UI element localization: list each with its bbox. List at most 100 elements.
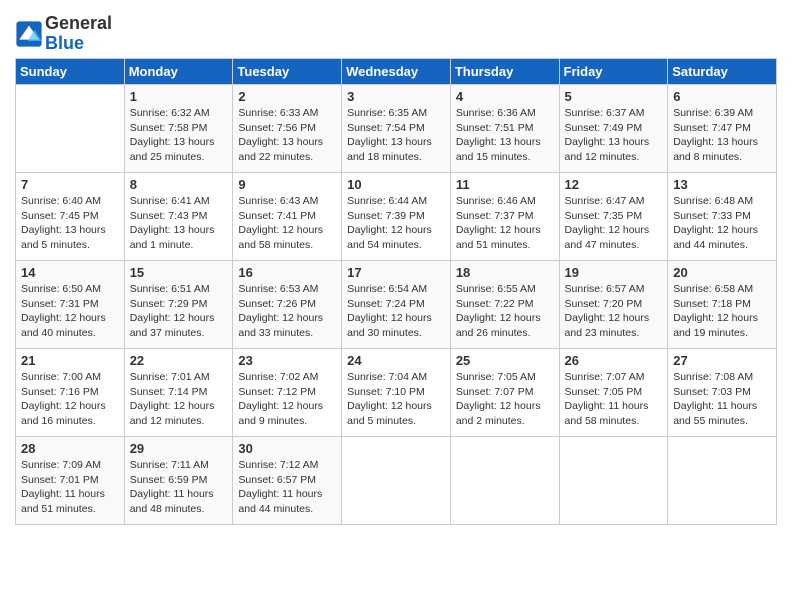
day-cell: 8Sunrise: 6:41 AM Sunset: 7:43 PM Daylig… [124,173,233,261]
day-number: 29 [130,441,228,456]
main-container: GeneralBlue SundayMondayTuesdayWednesday… [0,0,792,535]
day-number: 7 [21,177,119,192]
weekday-header-row: SundayMondayTuesdayWednesdayThursdayFrid… [16,59,777,85]
day-number: 11 [456,177,554,192]
header: GeneralBlue [15,10,777,54]
day-cell: 23 Sunrise: 7:02 AM Sunset: 7:12 PM Dayli… [233,349,342,437]
day-info: Sunrise: 6:48 AM Sunset: 7:33 PM Dayligh… [673,194,771,253]
day-info: Sunrise: 6:57 AM Sunset: 7:20 PM Dayligh… [565,282,663,341]
day-info: Sunrise: 6:47 AM Sunset: 7:35 PM Dayligh… [565,194,663,253]
weekday-header-friday: Friday [559,59,668,85]
day-info: Sunrise: 7:08 AM Sunset: 7:03 PM Dayligh… [673,370,771,429]
week-row-4: 21 Sunrise: 7:00 AM Sunset: 7:16 PM Dayli… [16,349,777,437]
day-info: Sunrise: 6:39 AM Sunset: 7:47 PM Dayligh… [673,106,771,165]
day-number: 21 [21,353,119,368]
day-cell: 20 Sunrise: 6:58 AM Sunset: 7:18 PM Dayli… [668,261,777,349]
week-row-3: 14 Sunrise: 6:50 AM Sunset: 7:31 PM Dayli… [16,261,777,349]
day-info: Sunrise: 6:54 AM Sunset: 7:24 PM Dayligh… [347,282,445,341]
day-cell: 6 Sunrise: 6:39 AM Sunset: 7:47 PM Daylig… [668,85,777,173]
day-info: Sunrise: 7:12 AM Sunset: 6:57 PM Dayligh… [238,458,336,517]
day-cell: 11Sunrise: 6:46 AM Sunset: 7:37 PM Dayli… [450,173,559,261]
day-number: 5 [565,89,663,104]
day-number: 3 [347,89,445,104]
day-info: Sunrise: 6:55 AM Sunset: 7:22 PM Dayligh… [456,282,554,341]
day-info: Sunrise: 7:00 AM Sunset: 7:16 PM Dayligh… [21,370,119,429]
day-info: Sunrise: 7:07 AM Sunset: 7:05 PM Dayligh… [565,370,663,429]
day-info: Sunrise: 6:53 AM Sunset: 7:26 PM Dayligh… [238,282,336,341]
day-info: Sunrise: 7:11 AM Sunset: 6:59 PM Dayligh… [130,458,228,517]
day-number: 26 [565,353,663,368]
day-number: 10 [347,177,445,192]
day-cell [668,437,777,525]
weekday-header-saturday: Saturday [668,59,777,85]
day-number: 16 [238,265,336,280]
day-number: 24 [347,353,445,368]
day-cell [450,437,559,525]
day-info: Sunrise: 6:58 AM Sunset: 7:18 PM Dayligh… [673,282,771,341]
day-info: Sunrise: 6:40 AM Sunset: 7:45 PM Dayligh… [21,194,119,253]
day-cell: 15Sunrise: 6:51 AM Sunset: 7:29 PM Dayli… [124,261,233,349]
weekday-header-wednesday: Wednesday [342,59,451,85]
day-info: Sunrise: 7:02 AM Sunset: 7:12 PM Dayligh… [238,370,336,429]
day-info: Sunrise: 6:36 AM Sunset: 7:51 PM Dayligh… [456,106,554,165]
day-info: Sunrise: 6:43 AM Sunset: 7:41 PM Dayligh… [238,194,336,253]
day-info: Sunrise: 6:51 AM Sunset: 7:29 PM Dayligh… [130,282,228,341]
day-cell: 1 Sunrise: 6:32 AM Sunset: 7:58 PM Daylig… [124,85,233,173]
day-cell: 13 Sunrise: 6:48 AM Sunset: 7:33 PM Dayli… [668,173,777,261]
weekday-header-sunday: Sunday [16,59,125,85]
day-number: 27 [673,353,771,368]
day-number: 30 [238,441,336,456]
day-info: Sunrise: 6:33 AM Sunset: 7:56 PM Dayligh… [238,106,336,165]
day-info: Sunrise: 6:50 AM Sunset: 7:31 PM Dayligh… [21,282,119,341]
day-cell: 30 Sunrise: 7:12 AM Sunset: 6:57 PM Dayli… [233,437,342,525]
day-cell: 27 Sunrise: 7:08 AM Sunset: 7:03 PM Dayli… [668,349,777,437]
day-cell: 26 Sunrise: 7:07 AM Sunset: 7:05 PM Dayli… [559,349,668,437]
day-cell: 21 Sunrise: 7:00 AM Sunset: 7:16 PM Dayli… [16,349,125,437]
day-cell: 22Sunrise: 7:01 AM Sunset: 7:14 PM Dayli… [124,349,233,437]
day-cell [16,85,125,173]
day-number: 20 [673,265,771,280]
week-row-2: 7 Sunrise: 6:40 AM Sunset: 7:45 PM Daylig… [16,173,777,261]
day-cell: 25 Sunrise: 7:05 AM Sunset: 7:07 PM Dayli… [450,349,559,437]
day-cell: 10 Sunrise: 6:44 AM Sunset: 7:39 PM Dayli… [342,173,451,261]
day-info: Sunrise: 6:44 AM Sunset: 7:39 PM Dayligh… [347,194,445,253]
day-cell: 12 Sunrise: 6:47 AM Sunset: 7:35 PM Dayli… [559,173,668,261]
day-cell: 9Sunrise: 6:43 AM Sunset: 7:41 PM Daylig… [233,173,342,261]
weekday-header-thursday: Thursday [450,59,559,85]
logo-text: GeneralBlue [45,14,112,54]
day-number: 12 [565,177,663,192]
day-info: Sunrise: 7:05 AM Sunset: 7:07 PM Dayligh… [456,370,554,429]
week-row-1: 1 Sunrise: 6:32 AM Sunset: 7:58 PM Daylig… [16,85,777,173]
day-number: 17 [347,265,445,280]
calendar-table: SundayMondayTuesdayWednesdayThursdayFrid… [15,58,777,525]
day-cell: 4 Sunrise: 6:36 AM Sunset: 7:51 PM Daylig… [450,85,559,173]
day-cell: 17 Sunrise: 6:54 AM Sunset: 7:24 PM Dayli… [342,261,451,349]
day-number: 13 [673,177,771,192]
day-number: 4 [456,89,554,104]
day-cell: 7 Sunrise: 6:40 AM Sunset: 7:45 PM Daylig… [16,173,125,261]
day-info: Sunrise: 6:37 AM Sunset: 7:49 PM Dayligh… [565,106,663,165]
day-number: 22 [130,353,228,368]
day-number: 18 [456,265,554,280]
logo-icon [15,20,43,48]
day-info: Sunrise: 7:04 AM Sunset: 7:10 PM Dayligh… [347,370,445,429]
day-number: 1 [130,89,228,104]
day-info: Sunrise: 7:09 AM Sunset: 7:01 PM Dayligh… [21,458,119,517]
day-info: Sunrise: 6:41 AM Sunset: 7:43 PM Dayligh… [130,194,228,253]
day-cell: 5 Sunrise: 6:37 AM Sunset: 7:49 PM Daylig… [559,85,668,173]
day-cell: 29 Sunrise: 7:11 AM Sunset: 6:59 PM Dayli… [124,437,233,525]
day-cell: 19 Sunrise: 6:57 AM Sunset: 7:20 PM Dayli… [559,261,668,349]
day-number: 2 [238,89,336,104]
day-info: Sunrise: 6:32 AM Sunset: 7:58 PM Dayligh… [130,106,228,165]
logo: GeneralBlue [15,14,112,54]
day-number: 19 [565,265,663,280]
day-cell: 24 Sunrise: 7:04 AM Sunset: 7:10 PM Dayli… [342,349,451,437]
day-number: 23 [238,353,336,368]
day-cell: 28Sunrise: 7:09 AM Sunset: 7:01 PM Dayli… [16,437,125,525]
week-row-5: 28Sunrise: 7:09 AM Sunset: 7:01 PM Dayli… [16,437,777,525]
day-number: 6 [673,89,771,104]
day-cell: 16 Sunrise: 6:53 AM Sunset: 7:26 PM Dayli… [233,261,342,349]
weekday-header-monday: Monday [124,59,233,85]
day-number: 25 [456,353,554,368]
day-number: 14 [21,265,119,280]
